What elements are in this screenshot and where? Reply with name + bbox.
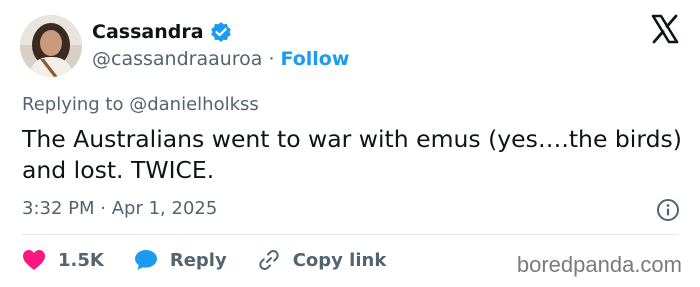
- like-count: 1.5K: [58, 249, 104, 271]
- x-logo-icon[interactable]: [650, 14, 680, 44]
- handle-row: @cassandraauroa · Follow: [92, 48, 349, 70]
- like-button[interactable]: 1.5K: [22, 249, 104, 271]
- author-name-row: Cassandra: [92, 21, 232, 43]
- separator: ·: [100, 198, 106, 219]
- separator: ·: [268, 48, 275, 70]
- watermark: boredpanda.com: [516, 252, 682, 277]
- reply-label: Reply: [169, 249, 227, 271]
- avatar[interactable]: [20, 15, 82, 77]
- copy-link-label: Copy link: [292, 249, 387, 271]
- display-name[interactable]: Cassandra: [92, 21, 204, 43]
- verified-badge-icon: [210, 21, 232, 43]
- heart-icon: [23, 250, 45, 270]
- follow-button[interactable]: Follow: [280, 48, 349, 70]
- tweet-card: Cassandra @cassandraauroa · Follow Reply…: [0, 0, 700, 287]
- tweet-time: 3:32 PM: [22, 198, 95, 219]
- reply-button[interactable]: Reply: [134, 249, 227, 271]
- speech-bubble-icon: [134, 250, 157, 270]
- link-icon: [259, 250, 279, 270]
- info-icon[interactable]: [656, 198, 680, 222]
- copy-link-button[interactable]: Copy link: [257, 248, 387, 272]
- tweet-date: Apr 1, 2025: [111, 198, 218, 219]
- tweet-timestamp[interactable]: 3:32 PM · Apr 1, 2025: [22, 198, 217, 219]
- replying-to-prefix: Replying to: [22, 94, 124, 115]
- divider: [22, 234, 678, 235]
- tweet-text: The Australians went to war with emus (y…: [22, 125, 682, 184]
- author-handle[interactable]: @cassandraauroa: [92, 48, 262, 70]
- reply-mention-link[interactable]: @danielholkss: [129, 94, 259, 115]
- action-bar: 1.5K Reply Copy link: [22, 248, 416, 272]
- replying-to: Replying to @danielholkss: [22, 94, 259, 115]
